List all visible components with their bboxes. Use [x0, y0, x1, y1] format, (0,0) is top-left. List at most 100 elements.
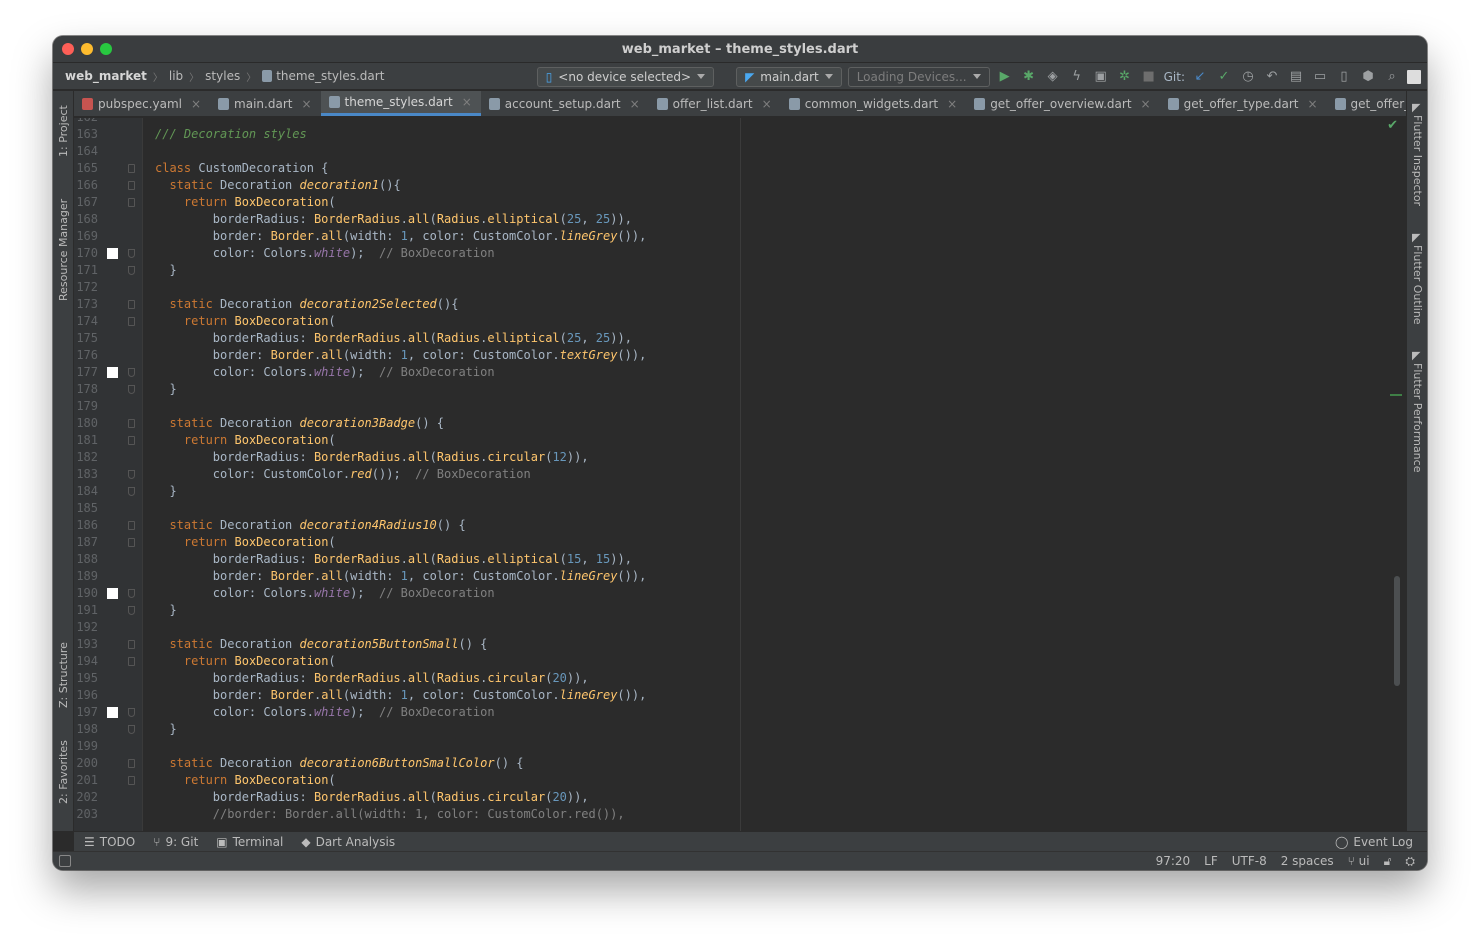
tool-tab-flutter-inspector[interactable]: ◤ Flutter Inspector — [1407, 101, 1427, 211]
run-config-selector[interactable]: ◤ main.dart — [736, 66, 842, 87]
code-line[interactable] — [143, 500, 1406, 517]
indent-setting[interactable]: 2 spaces — [1281, 854, 1334, 868]
code-line[interactable]: static Decoration decoration1(){ — [143, 177, 1406, 194]
code-line[interactable]: border: Border.all(width: 1, color: Cust… — [143, 347, 1406, 364]
line-number[interactable]: 198 — [74, 721, 98, 738]
code-line[interactable]: return BoxDecoration( — [143, 194, 1406, 211]
code-editor[interactable]: 1621631641651661671681691701711721731741… — [74, 118, 1406, 831]
stop-icon[interactable]: ■ — [1140, 68, 1158, 86]
code-line[interactable]: border: Border.all(width: 1, color: Cust… — [143, 228, 1406, 245]
line-number[interactable]: 190 — [74, 585, 98, 602]
close-window-button[interactable] — [62, 43, 74, 55]
fold-marker-icon[interactable] — [128, 657, 135, 666]
fold-marker-icon[interactable] — [128, 759, 135, 768]
close-tab-icon[interactable]: × — [947, 97, 957, 111]
editor-gutter[interactable]: 1621631641651661671681691701711721731741… — [74, 118, 143, 831]
editor-tab[interactable]: get_offer_overview.dart × — [966, 91, 1159, 116]
code-line[interactable]: borderRadius: BorderRadius.all(Radius.el… — [143, 551, 1406, 568]
hot-reload-icon[interactable]: ϟ — [1068, 68, 1086, 86]
code-line[interactable]: borderRadius: BorderRadius.all(Radius.el… — [143, 330, 1406, 347]
tool-tab-structure[interactable]: Z: Structure — [53, 636, 74, 726]
breadcrumb-item[interactable]: theme_styles.dart — [276, 69, 384, 83]
close-tab-icon[interactable]: × — [762, 97, 772, 111]
fold-marker-icon[interactable] — [128, 521, 135, 530]
code-line[interactable]: color: CustomColor.red()); // BoxDecorat… — [143, 466, 1406, 483]
line-number[interactable]: 168 — [74, 211, 98, 228]
color-swatch-icon[interactable] — [107, 248, 118, 259]
code-line[interactable] — [143, 738, 1406, 755]
close-tab-icon[interactable]: × — [191, 97, 201, 111]
fold-marker-icon[interactable] — [128, 487, 135, 496]
attach-debugger-icon[interactable]: ✲ — [1116, 68, 1134, 86]
editor-tab[interactable]: common_widgets.dart × — [781, 91, 966, 116]
code-line[interactable]: borderRadius: BorderRadius.all(Radius.el… — [143, 211, 1406, 228]
code-line[interactable]: static Decoration decoration3Badge() { — [143, 415, 1406, 432]
run-icon[interactable]: ▶ — [996, 68, 1014, 86]
hot-restart-icon[interactable]: ▣ — [1092, 68, 1110, 86]
code-line[interactable] — [143, 143, 1406, 160]
sdk-manager-icon[interactable]: ▭ — [1311, 68, 1329, 86]
code-line[interactable]: } — [143, 721, 1406, 738]
code-line[interactable]: border: Border.all(width: 1, color: Cust… — [143, 568, 1406, 585]
code-line[interactable]: color: Colors.white); // BoxDecoration — [143, 245, 1406, 262]
close-tab-icon[interactable]: × — [1141, 97, 1151, 111]
code-line[interactable]: borderRadius: BorderRadius.all(Radius.ci… — [143, 789, 1406, 806]
run-coverage-icon[interactable]: ◈ — [1044, 68, 1062, 86]
tool-tab-favorites[interactable]: 2: Favorites — [53, 736, 74, 826]
fold-marker-icon[interactable] — [128, 385, 135, 394]
caret-position[interactable]: 97:20 — [1156, 854, 1191, 868]
code-line[interactable]: class CustomDecoration { — [143, 160, 1406, 177]
line-number[interactable]: 179 — [74, 398, 98, 415]
line-number[interactable]: 183 — [74, 466, 98, 483]
code-line[interactable]: //border: Border.all(width: 1, color: Cu… — [143, 806, 1406, 823]
tool-tab-resource-manager[interactable]: Resource Manager — [53, 191, 74, 311]
fold-marker-icon[interactable] — [128, 470, 135, 479]
search-icon[interactable]: ⌕ — [1383, 68, 1401, 86]
plugin-icon[interactable]: ⬢ — [1359, 68, 1377, 86]
line-number[interactable]: 200 — [74, 755, 98, 772]
git-rollback-icon[interactable]: ↶ — [1263, 68, 1281, 86]
code-line[interactable]: } — [143, 602, 1406, 619]
fold-marker-icon[interactable] — [128, 266, 135, 275]
line-number[interactable]: 187 — [74, 534, 98, 551]
code-line[interactable] — [143, 398, 1406, 415]
breadcrumb-item[interactable]: styles — [205, 69, 240, 83]
fold-marker-icon[interactable] — [128, 436, 135, 445]
line-number[interactable]: 178 — [74, 381, 98, 398]
code-line[interactable]: static Decoration decoration6ButtonSmall… — [143, 755, 1406, 772]
tool-tab-dart-analysis[interactable]: ◆ Dart Analysis — [301, 835, 395, 849]
debug-icon[interactable]: ✱ — [1020, 68, 1038, 86]
code-line[interactable] — [143, 279, 1406, 296]
fold-marker-icon[interactable] — [128, 725, 135, 734]
line-number[interactable]: 188 — [74, 551, 98, 568]
minimize-window-button[interactable] — [81, 43, 93, 55]
code-line[interactable]: static Decoration decoration2Selected(){ — [143, 296, 1406, 313]
loading-devices-selector[interactable]: Loading Devices... — [847, 66, 990, 87]
close-tab-icon[interactable]: × — [1307, 97, 1317, 111]
tool-tab-git[interactable]: ⑂ 9: Git — [153, 835, 198, 849]
code-line[interactable]: } — [143, 381, 1406, 398]
git-update-icon[interactable]: ↙ — [1191, 68, 1209, 86]
line-number[interactable]: 195 — [74, 670, 98, 687]
line-number[interactable]: 185 — [74, 500, 98, 517]
tool-tab-project[interactable]: 1: Project — [53, 97, 74, 167]
line-number[interactable]: 196 — [74, 687, 98, 704]
line-number[interactable]: 171 — [74, 262, 98, 279]
fold-marker-icon[interactable] — [128, 181, 135, 190]
code-line[interactable]: return BoxDecoration( — [143, 772, 1406, 789]
line-number[interactable]: 192 — [74, 619, 98, 636]
tool-tab-event-log[interactable]: ◯ Event Log — [1335, 835, 1413, 849]
editor-tab[interactable]: main.dart × — [210, 91, 320, 116]
close-tab-icon[interactable]: × — [462, 95, 472, 109]
editor-tab[interactable]: account_setup.dart × — [481, 91, 649, 116]
close-tab-icon[interactable]: × — [301, 97, 311, 111]
line-number[interactable]: 166 — [74, 177, 98, 194]
code-line[interactable]: return BoxDecoration( — [143, 653, 1406, 670]
editor-tab[interactable]: pubspec.yaml × — [74, 91, 210, 116]
code-line[interactable] — [143, 619, 1406, 636]
tool-tab-terminal[interactable]: ▣ Terminal — [216, 835, 283, 849]
line-number[interactable]: 189 — [74, 568, 98, 585]
breadcrumb-project[interactable]: web_market — [65, 69, 147, 83]
memory-indicator-icon[interactable]: ⛭ — [1405, 854, 1415, 869]
close-tab-icon[interactable]: × — [630, 97, 640, 111]
